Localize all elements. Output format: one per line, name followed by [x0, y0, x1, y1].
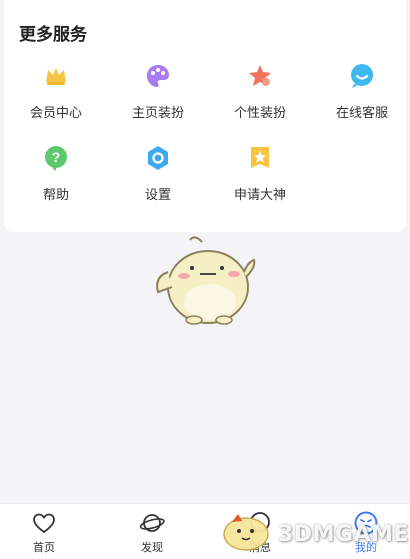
service-personal-decor[interactable]: 个性装扮	[210, 62, 310, 132]
crown-icon	[46, 68, 66, 85]
service-label: 主页装扮	[131, 105, 184, 120]
service-label: 设置	[144, 187, 171, 202]
more-services-card: 更多服务 会员中心 主页装扮 个性装扮 在线客服 ? 帮助 设置 申请大神	[4, 0, 406, 232]
tab-discover[interactable]: 发现	[122, 510, 182, 556]
help-icon: ?	[45, 146, 67, 171]
tab-home[interactable]: 首页	[14, 510, 74, 556]
watermark-text: 3DMGAME	[278, 522, 409, 547]
planet-icon	[139, 514, 165, 532]
watermark-logo: 3DMGAME	[216, 506, 410, 556]
mascot-illustration	[156, 236, 256, 325]
chat-smile-icon	[351, 64, 373, 88]
service-apply-expert[interactable]: 申请大神	[210, 144, 310, 214]
section-title: 更多服务	[19, 25, 87, 44]
service-settings[interactable]: 设置	[108, 144, 208, 214]
service-vip-center[interactable]: 会员中心	[6, 62, 106, 132]
service-label: 会员中心	[29, 105, 82, 120]
service-label: 在线客服	[335, 105, 388, 120]
service-help[interactable]: ? 帮助	[6, 144, 106, 214]
service-home-decor[interactable]: 主页装扮	[108, 62, 208, 132]
settings-icon	[148, 146, 168, 170]
tab-label: 首页	[33, 542, 55, 554]
star-badge-icon	[249, 65, 271, 86]
watermark-mascot-icon	[223, 514, 269, 551]
ribbon-star-icon	[251, 147, 269, 168]
palette-icon	[147, 65, 169, 87]
heart-icon	[33, 513, 55, 534]
svg-text:?: ?	[52, 149, 61, 165]
service-label: 帮助	[42, 187, 69, 202]
tab-label: 发现	[141, 542, 163, 554]
service-label: 申请大神	[233, 187, 286, 202]
service-online-support[interactable]: 在线客服	[312, 62, 410, 132]
service-label: 个性装扮	[233, 105, 286, 120]
